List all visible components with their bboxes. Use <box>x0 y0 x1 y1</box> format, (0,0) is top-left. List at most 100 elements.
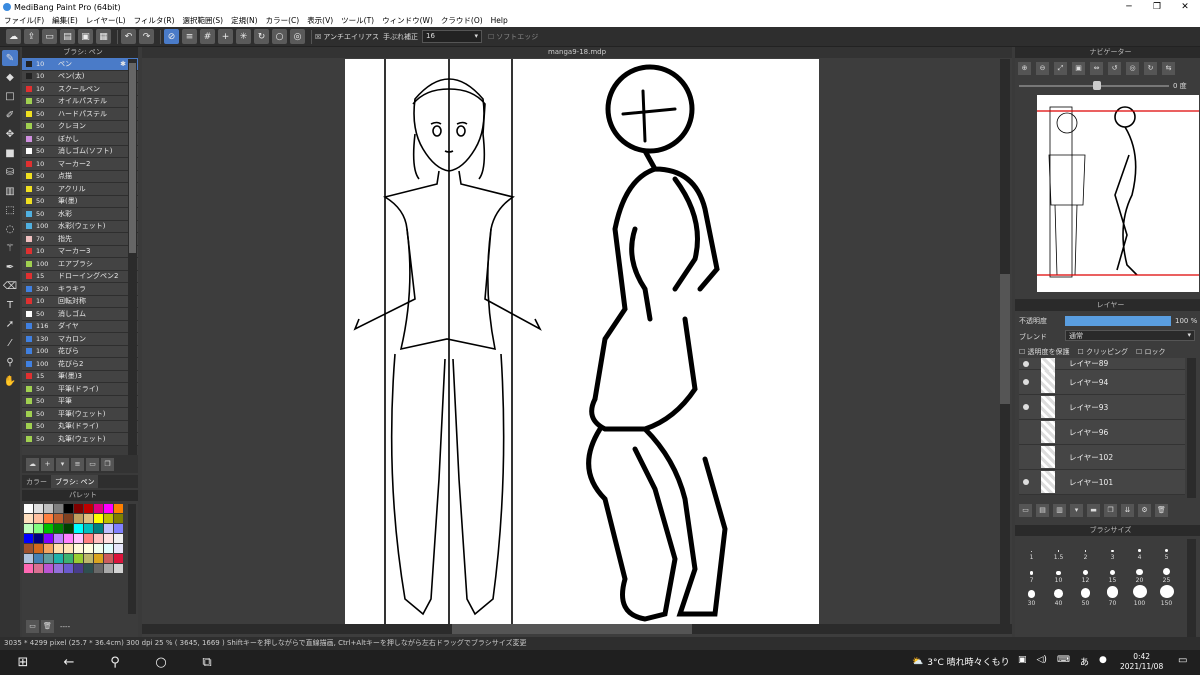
eye-icon[interactable] <box>1023 479 1029 485</box>
brush-item[interactable]: 50 ハードパステル <box>22 108 138 121</box>
brush-item[interactable]: 130 マカロン <box>22 333 138 346</box>
brush-item[interactable]: 15 筆(墨)3 <box>22 370 138 383</box>
brush-item[interactable]: 50 点描 <box>22 170 138 183</box>
brush-size-cell[interactable]: 30 <box>1019 585 1044 607</box>
palette-swatch[interactable] <box>44 564 53 573</box>
brush-item[interactable]: 50 クレヨン <box>22 120 138 133</box>
eye-icon[interactable] <box>1023 379 1029 385</box>
new-1bit-layer-icon[interactable]: ▥ <box>1053 504 1066 517</box>
eraser-tool-icon[interactable]: ◆ <box>2 69 18 85</box>
grid-icon[interactable]: ▦ <box>96 29 111 44</box>
team-icon[interactable]: ▣ <box>78 29 93 44</box>
palette-swatch[interactable] <box>114 514 123 523</box>
palette-swatch[interactable] <box>104 524 113 533</box>
merge-layer-icon[interactable]: ⇊ <box>1121 504 1134 517</box>
search-icon[interactable]: ⚲ <box>92 655 138 670</box>
palette-swatch[interactable] <box>84 504 93 513</box>
brush-size-cell[interactable]: 100 <box>1127 585 1152 607</box>
eye-icon[interactable] <box>1023 360 1029 367</box>
palette-swatch[interactable] <box>54 554 63 563</box>
brush-item[interactable]: 10 ペン ✱ <box>22 58 138 71</box>
actual-size-icon[interactable]: ▣ <box>1072 62 1085 75</box>
layer-row[interactable]: レイヤー102 <box>1019 445 1185 470</box>
new-halftone-layer-icon[interactable]: ▤ <box>1036 504 1049 517</box>
palette-swatch[interactable] <box>24 534 33 543</box>
brush-size-scrollbar[interactable] <box>1187 539 1196 639</box>
pen-tool-icon[interactable]: ✎ <box>2 50 18 66</box>
lock-checkbox[interactable]: ☐ ロック <box>1136 347 1166 357</box>
palette-swatch[interactable] <box>94 544 103 553</box>
brush-item[interactable]: 50 消しゴム <box>22 308 138 321</box>
brush-item[interactable]: 100 花びら2 <box>22 358 138 371</box>
brush-item[interactable]: 50 筆(墨) <box>22 195 138 208</box>
protect-checkbox[interactable]: ☐ 透明度を保護 <box>1019 347 1070 357</box>
cloud-sync-icon[interactable]: ● <box>1099 655 1107 668</box>
duplicate-layer-icon[interactable]: ❐ <box>1104 504 1117 517</box>
palette-swatch[interactable] <box>24 514 33 523</box>
palette-swatch[interactable] <box>54 514 63 523</box>
palette-swatch[interactable] <box>114 504 123 513</box>
brush-item[interactable]: 100 水彩(ウェット) <box>22 220 138 233</box>
palette-swatch[interactable] <box>104 554 113 563</box>
parallel-snap-icon[interactable]: ≡ <box>182 29 197 44</box>
menu-select[interactable]: 選択範囲(S) <box>183 15 224 26</box>
palette-swatch[interactable] <box>24 554 33 563</box>
brush-item[interactable]: 100 花びら <box>22 345 138 358</box>
palette-swatch[interactable] <box>104 504 113 513</box>
menu-color[interactable]: カラー(C) <box>266 15 300 26</box>
palette-swatch[interactable] <box>54 534 63 543</box>
brush-size-cell[interactable]: 50 <box>1073 585 1098 607</box>
palette-swatch[interactable] <box>94 514 103 523</box>
cortana-icon[interactable]: ○ <box>138 655 184 670</box>
rotate-left-icon[interactable]: ↺ <box>1108 62 1121 75</box>
zoom-out-icon[interactable]: ⊖ <box>1036 62 1049 75</box>
brush-size-cell[interactable]: 15 <box>1100 562 1125 584</box>
canvas-vscrollbar[interactable] <box>1000 59 1010 624</box>
palette-delete-icon[interactable]: 🗑 <box>41 620 54 633</box>
menu-view[interactable]: 表示(V) <box>307 15 333 26</box>
palette-swatch[interactable] <box>34 544 43 553</box>
palette-swatch[interactable] <box>64 534 73 543</box>
brush-settings-icon[interactable]: ≡ <box>71 457 84 471</box>
palette-swatch[interactable] <box>54 524 63 533</box>
palette-swatch[interactable] <box>84 564 93 573</box>
palette-swatch[interactable] <box>84 534 93 543</box>
task-view-icon[interactable]: ⧉ <box>184 655 230 670</box>
layer-row[interactable]: レイヤー101 <box>1019 470 1185 495</box>
concentric-snap-icon[interactable]: ◎ <box>290 29 305 44</box>
palette-swatch[interactable] <box>34 564 43 573</box>
brush-item[interactable]: 50 消しゴム(ソフト) <box>22 145 138 158</box>
drawing-canvas[interactable] <box>345 59 819 624</box>
menu-filter[interactable]: フィルタ(R) <box>134 15 175 26</box>
palette-swatch[interactable] <box>94 504 103 513</box>
palette-swatch[interactable] <box>24 544 33 553</box>
rect-tool-icon[interactable]: □ <box>2 88 18 104</box>
palette-swatch[interactable] <box>84 524 93 533</box>
move-tool-icon[interactable]: ✥ <box>2 126 18 142</box>
brush-size-cell[interactable]: 25 <box>1154 562 1179 584</box>
gradient-tool-icon[interactable]: ▥ <box>2 183 18 199</box>
comment-icon[interactable]: ▭ <box>42 29 57 44</box>
layer-folder-icon[interactable]: ▬ <box>1087 504 1100 517</box>
zoom-in-icon[interactable]: ⊕ <box>1018 62 1031 75</box>
palette-swatch[interactable] <box>114 564 123 573</box>
divide-tool-icon[interactable]: ⁄ <box>2 335 18 351</box>
soft-edge-checkbox[interactable]: ☐ <box>488 33 494 41</box>
brush-scrollbar[interactable] <box>128 59 137 455</box>
menu-cloud[interactable]: クラウド(O) <box>441 15 483 26</box>
clock[interactable]: 0:42 2021/11/08 <box>1120 652 1163 672</box>
delete-layer-icon[interactable]: 🗑 <box>1155 504 1168 517</box>
hscroll-thumb[interactable] <box>452 624 692 634</box>
minimize-button[interactable]: ─ <box>1115 0 1143 14</box>
palette-swatch[interactable] <box>114 534 123 543</box>
circle-snap-icon[interactable]: ○ <box>272 29 287 44</box>
menu-file[interactable]: ファイル(F) <box>4 15 44 26</box>
brush-item[interactable]: 10 マーカー2 <box>22 158 138 171</box>
palette-swatch[interactable] <box>74 544 83 553</box>
layer-row[interactable]: レイヤー94 <box>1019 370 1185 395</box>
brush-item[interactable]: 10 マーカー3 <box>22 245 138 258</box>
brush-size-cell[interactable]: 4 <box>1127 539 1152 561</box>
palette-swatch[interactable] <box>94 524 103 533</box>
brush-size-cell[interactable]: 2 <box>1073 539 1098 561</box>
document-tab[interactable]: manga9-18.mdp <box>142 47 1012 58</box>
